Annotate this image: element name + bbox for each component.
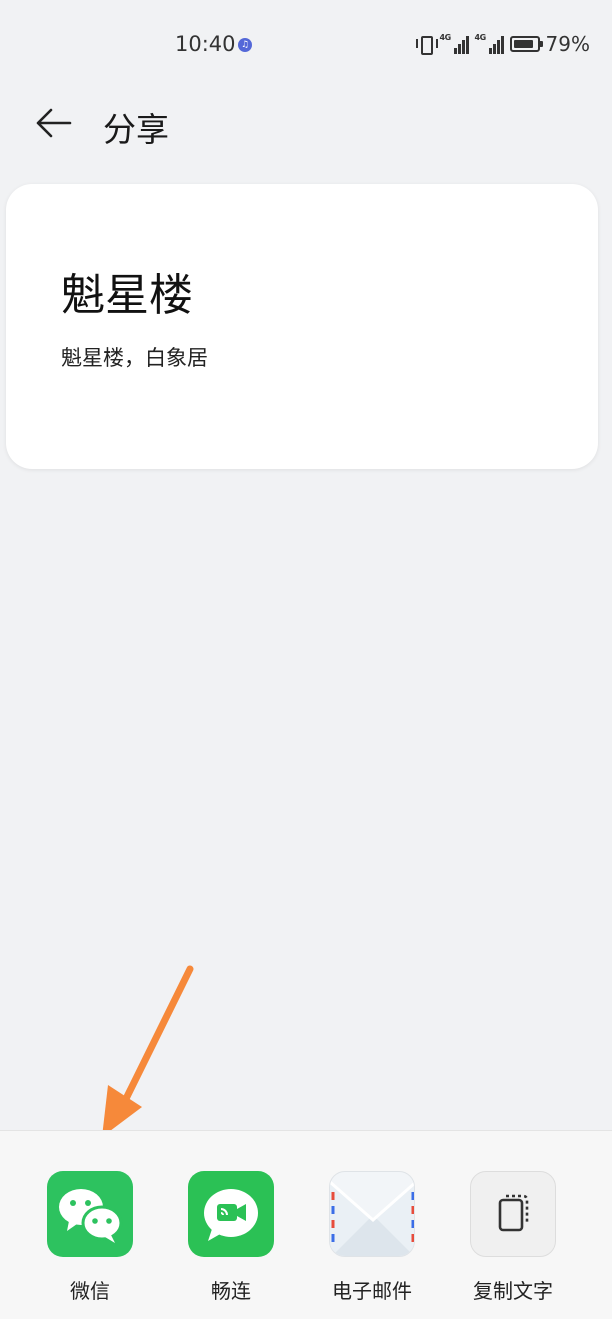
signal-icon: 4G	[439, 33, 469, 54]
arrow-left-icon[interactable]	[34, 107, 74, 139]
share-label: 复制文字	[473, 1279, 553, 1303]
status-icons: 4G 4G 79%	[415, 32, 590, 56]
header: 分享	[0, 95, 612, 155]
signal-label: 4G	[439, 33, 452, 42]
share-target-email[interactable]: 电子邮件	[322, 1171, 422, 1304]
battery-percent: 79%	[545, 32, 590, 56]
signal-label: 4G	[474, 33, 487, 42]
copy-text-icon	[470, 1171, 556, 1257]
wechat-icon	[47, 1171, 133, 1257]
mail-icon	[329, 1171, 415, 1257]
share-panel: 微信 畅连 电子邮件 复制文字	[0, 1130, 612, 1319]
annotation-arrow-icon	[102, 965, 194, 1137]
signal-icon: 4G	[474, 33, 504, 54]
share-screen: 10:40 ♫ 4G 4G 79% 分享 魁星楼 魁星楼，白象居 微信 畅连 电…	[0, 0, 612, 1319]
status-time: 10:40	[175, 32, 236, 56]
share-label: 畅连	[211, 1279, 251, 1303]
share-label: 微信	[70, 1279, 110, 1303]
card-subtitle: 魁星楼，白象居	[61, 346, 208, 370]
share-preview-card: 魁星楼 魁星楼，白象居	[6, 184, 598, 469]
share-label: 电子邮件	[332, 1279, 412, 1303]
vibrate-icon	[415, 34, 438, 55]
card-title: 魁星楼	[61, 270, 193, 321]
share-target-wechat[interactable]: 微信	[40, 1171, 140, 1304]
share-target-copy-text[interactable]: 复制文字	[463, 1171, 563, 1304]
status-bar: 10:40 ♫ 4G 4G 79%	[0, 0, 612, 90]
music-icon: ♫	[238, 38, 252, 52]
changlian-icon	[188, 1171, 274, 1257]
battery-icon	[509, 36, 543, 52]
page-title: 分享	[103, 110, 169, 149]
share-target-changlian[interactable]: 畅连	[181, 1171, 281, 1304]
